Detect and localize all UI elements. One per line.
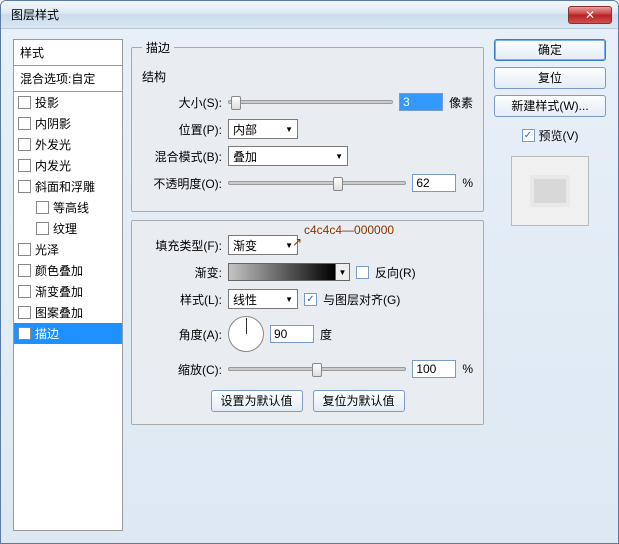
style-item[interactable]: 投影 [14, 92, 122, 113]
style-checkbox[interactable] [18, 306, 31, 319]
style-item-label: 描边 [35, 325, 59, 342]
gradient-label: 渐变: [142, 264, 222, 281]
scale-unit: % [462, 362, 473, 376]
style-checkbox[interactable] [18, 243, 31, 256]
style-checkbox[interactable] [18, 138, 31, 151]
style-item-label: 外发光 [35, 136, 71, 153]
close-icon: ✕ [585, 8, 595, 22]
style-item[interactable]: 内阴影 [14, 113, 122, 134]
gradient-annotation: c4c4c4—000000 [304, 223, 394, 237]
cancel-button[interactable]: 复位 [494, 67, 606, 89]
window-title: 图层样式 [11, 6, 59, 23]
style-item-label: 投影 [35, 94, 59, 111]
position-label: 位置(P): [142, 121, 222, 138]
style-item[interactable]: 内发光 [14, 155, 122, 176]
style-checkbox[interactable] [18, 96, 31, 109]
style-item[interactable]: 描边 [14, 323, 122, 344]
angle-input[interactable] [270, 325, 314, 343]
reverse-label: 反向(R) [375, 264, 416, 281]
scale-input[interactable] [412, 360, 456, 378]
style-list: 投影内阴影外发光内发光斜面和浮雕等高线纹理光泽颜色叠加渐变叠加图案叠加描边 [14, 92, 122, 344]
style-item[interactable]: 纹理 [14, 218, 122, 239]
filltype-select[interactable]: 渐变▼ [228, 235, 298, 255]
blend-label: 混合模式(B): [142, 148, 222, 165]
titlebar: 图层样式 ✕ [1, 1, 618, 29]
set-default-button[interactable]: 设置为默认值 [211, 390, 303, 412]
chevron-down-icon: ▼ [335, 152, 343, 161]
align-label: 与图层对齐(G) [323, 291, 400, 308]
structure-label: 结构 [142, 68, 473, 85]
style-checkbox[interactable] [18, 159, 31, 172]
opacity-unit: % [462, 176, 473, 190]
style-select[interactable]: 线性▼ [228, 289, 298, 309]
style-item-label: 颜色叠加 [35, 262, 83, 279]
angle-label: 角度(A): [142, 326, 222, 343]
angle-dial[interactable] [228, 316, 264, 352]
fill-group: 填充类型(F): 渐变▼ c4c4c4—000000 ↗ 渐变: ▼ 反向(R) [131, 220, 484, 425]
style-item-label: 内发光 [35, 157, 71, 174]
blend-select[interactable]: 叠加▼ [228, 146, 348, 166]
chevron-down-icon: ▼ [285, 125, 293, 134]
opacity-slider[interactable] [228, 181, 406, 185]
styles-panel: 样式 混合选项:自定 投影内阴影外发光内发光斜面和浮雕等高线纹理光泽颜色叠加渐变… [13, 39, 123, 531]
angle-unit: 度 [320, 326, 332, 343]
size-input[interactable] [399, 93, 443, 111]
blend-options-item[interactable]: 混合选项:自定 [14, 66, 122, 92]
style-item-label: 渐变叠加 [35, 283, 83, 300]
style-item[interactable]: 光泽 [14, 239, 122, 260]
style-checkbox[interactable] [18, 180, 31, 193]
layer-style-dialog: 图层样式 ✕ 样式 混合选项:自定 投影内阴影外发光内发光斜面和浮雕等高线纹理光… [0, 0, 619, 544]
style-checkbox[interactable] [18, 327, 31, 340]
filltype-label: 填充类型(F): [142, 237, 222, 254]
preview-checkbox[interactable] [522, 129, 535, 142]
opacity-label: 不透明度(O): [142, 175, 222, 192]
ok-button[interactable]: 确定 [494, 39, 606, 61]
position-select[interactable]: 内部▼ [228, 119, 298, 139]
opacity-input[interactable] [412, 174, 456, 192]
chevron-down-icon: ▼ [285, 295, 293, 304]
align-checkbox[interactable] [304, 293, 317, 306]
annotation-arrow-icon: ↗ [292, 235, 302, 249]
stroke-group: 描边 结构 大小(S): 像素 位置(P): 内部▼ 混合模式(B): [131, 39, 484, 212]
style-checkbox[interactable] [18, 117, 31, 130]
style-item-label: 斜面和浮雕 [35, 178, 95, 195]
scale-label: 缩放(C): [142, 361, 222, 378]
preview-inner [530, 175, 570, 207]
close-button[interactable]: ✕ [568, 6, 612, 24]
style-checkbox[interactable] [36, 201, 49, 214]
size-label: 大小(S): [142, 94, 222, 111]
style-item-label: 内阴影 [35, 115, 71, 132]
style-checkbox[interactable] [36, 222, 49, 235]
gradient-editor[interactable] [228, 263, 336, 281]
style-item[interactable]: 外发光 [14, 134, 122, 155]
size-unit: 像素 [449, 94, 473, 111]
stroke-legend: 描边 [142, 39, 174, 56]
reset-default-button[interactable]: 复位为默认值 [313, 390, 405, 412]
preview-thumbnail [511, 156, 589, 226]
new-style-button[interactable]: 新建样式(W)... [494, 95, 606, 117]
size-slider[interactable] [228, 100, 393, 104]
style-checkbox[interactable] [18, 285, 31, 298]
style-item[interactable]: 颜色叠加 [14, 260, 122, 281]
style-item[interactable]: 图案叠加 [14, 302, 122, 323]
style-item-label: 图案叠加 [35, 304, 83, 321]
gradient-dropdown[interactable]: ▼ [336, 263, 350, 281]
styles-header[interactable]: 样式 [14, 40, 122, 66]
scale-slider[interactable] [228, 367, 406, 371]
style-item-label: 纹理 [53, 220, 77, 237]
preview-label: 预览(V) [539, 127, 579, 144]
reverse-checkbox[interactable] [356, 266, 369, 279]
style-checkbox[interactable] [18, 264, 31, 277]
style-item[interactable]: 斜面和浮雕 [14, 176, 122, 197]
style-item[interactable]: 等高线 [14, 197, 122, 218]
style-label: 样式(L): [142, 291, 222, 308]
style-item-label: 等高线 [53, 199, 89, 216]
style-item-label: 光泽 [35, 241, 59, 258]
right-panel: 确定 复位 新建样式(W)... 预览(V) [494, 39, 606, 531]
style-item[interactable]: 渐变叠加 [14, 281, 122, 302]
